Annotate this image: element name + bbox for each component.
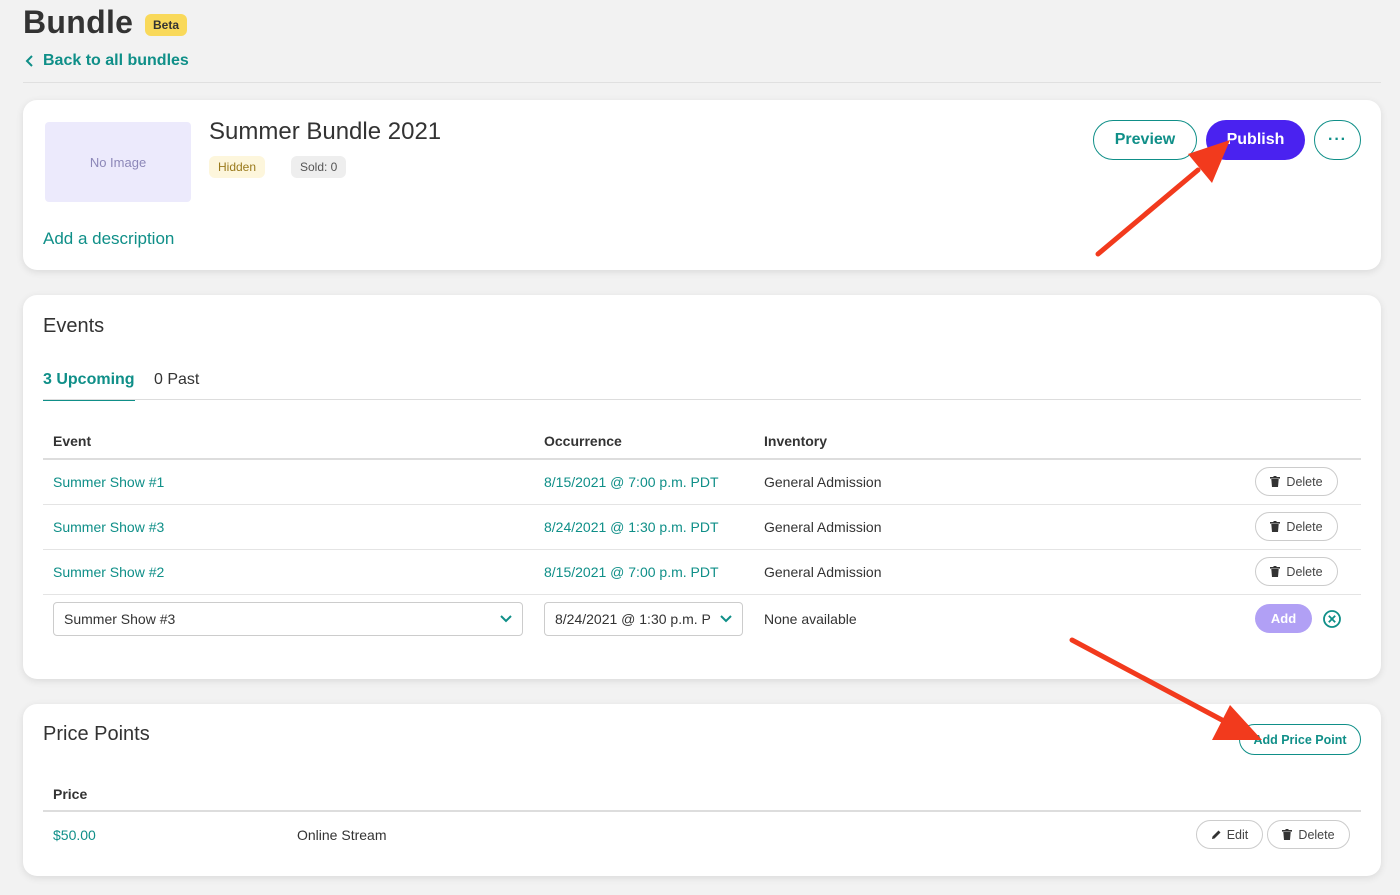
delete-event-button[interactable]: Delete <box>1255 512 1338 541</box>
bundle-name: Summer Bundle 2021 <box>209 118 442 145</box>
price-points-title: Price Points <box>43 723 150 745</box>
trash-icon <box>1270 521 1281 532</box>
row-divider <box>43 594 1361 595</box>
event-link[interactable]: Summer Show #1 <box>53 474 164 490</box>
beta-badge: Beta <box>145 14 188 36</box>
occurrence-select[interactable]: 8/24/2021 @ 1:30 p.m. P <box>544 602 743 636</box>
trash-icon <box>1270 566 1281 577</box>
chevron-left-icon <box>25 55 33 67</box>
page-title: Bundle <box>23 4 134 40</box>
inventory-value: General Admission <box>764 564 882 580</box>
trash-icon <box>1270 476 1281 487</box>
occurrence-select-value: 8/24/2021 @ 1:30 p.m. P <box>555 611 711 627</box>
column-header-event: Event <box>53 433 92 449</box>
occurrence-link[interactable]: 8/15/2021 @ 7:00 p.m. PDT <box>544 474 719 490</box>
publish-button[interactable]: Publish <box>1206 120 1305 160</box>
add-event-button[interactable]: Add <box>1255 604 1312 633</box>
delete-event-button[interactable]: Delete <box>1255 557 1338 586</box>
occurrence-link[interactable]: 8/15/2021 @ 7:00 p.m. PDT <box>544 564 719 580</box>
sold-badge: Sold: 0 <box>291 156 347 178</box>
chevron-down-icon <box>500 615 512 623</box>
chevron-down-icon <box>720 615 732 623</box>
tab-past[interactable]: 0 Past <box>154 371 199 399</box>
back-link-label: Back to all bundles <box>43 52 189 69</box>
tab-upcoming[interactable]: 3 Upcoming <box>43 371 135 401</box>
events-title: Events <box>43 315 105 337</box>
tabs-divider <box>43 399 1361 400</box>
back-to-bundles-link[interactable]: Back to all bundles <box>25 52 189 70</box>
price-point-name: Online Stream <box>297 827 387 843</box>
delete-price-button[interactable]: Delete <box>1267 820 1350 849</box>
delete-label: Delete <box>1286 564 1323 579</box>
edit-label: Edit <box>1226 827 1249 842</box>
event-select[interactable]: Summer Show #3 <box>53 602 523 636</box>
inventory-value: General Admission <box>764 474 882 490</box>
price-value[interactable]: $50.00 <box>53 827 96 843</box>
table-header-divider <box>43 810 1361 812</box>
more-dots-icon: ··· <box>1328 131 1347 148</box>
events-card: Events 3 Upcoming 0 Past Event Occurrenc… <box>23 295 1381 679</box>
no-image-label: No Image <box>89 154 147 170</box>
row-divider <box>43 504 1361 505</box>
preview-button[interactable]: Preview <box>1093 120 1197 160</box>
event-select-value: Summer Show #3 <box>64 611 176 627</box>
close-circle-icon[interactable] <box>1322 609 1342 629</box>
bundle-card: No Image Summer Bundle 2021 Hidden Sold:… <box>23 100 1381 270</box>
table-header-divider <box>43 458 1361 460</box>
row-divider <box>43 549 1361 550</box>
event-link[interactable]: Summer Show #2 <box>53 564 164 580</box>
bundle-image-placeholder[interactable]: No Image <box>45 122 191 202</box>
delete-event-button[interactable]: Delete <box>1255 467 1338 496</box>
delete-label: Delete <box>1286 474 1323 489</box>
inventory-value: General Admission <box>764 519 882 535</box>
trash-icon <box>1282 829 1293 840</box>
column-header-inventory: Inventory <box>764 433 828 449</box>
inventory-value: None available <box>764 611 857 627</box>
header-divider <box>23 82 1381 83</box>
delete-label: Delete <box>1298 827 1335 842</box>
column-header-occurrence: Occurrence <box>544 433 622 449</box>
add-price-point-button[interactable]: Add Price Point <box>1239 724 1361 755</box>
pencil-icon <box>1211 830 1221 839</box>
occurrence-link[interactable]: 8/24/2021 @ 1:30 p.m. PDT <box>544 519 719 535</box>
column-header-price: Price <box>53 786 88 802</box>
more-options-button[interactable]: ··· <box>1314 120 1361 160</box>
add-description-link[interactable]: Add a description <box>43 229 174 249</box>
edit-price-button[interactable]: Edit <box>1196 820 1263 849</box>
delete-label: Delete <box>1286 519 1323 534</box>
price-points-card: Price Points Add Price Point Price $50.0… <box>23 704 1381 876</box>
event-link[interactable]: Summer Show #3 <box>53 519 164 535</box>
status-badge: Hidden <box>209 156 266 178</box>
